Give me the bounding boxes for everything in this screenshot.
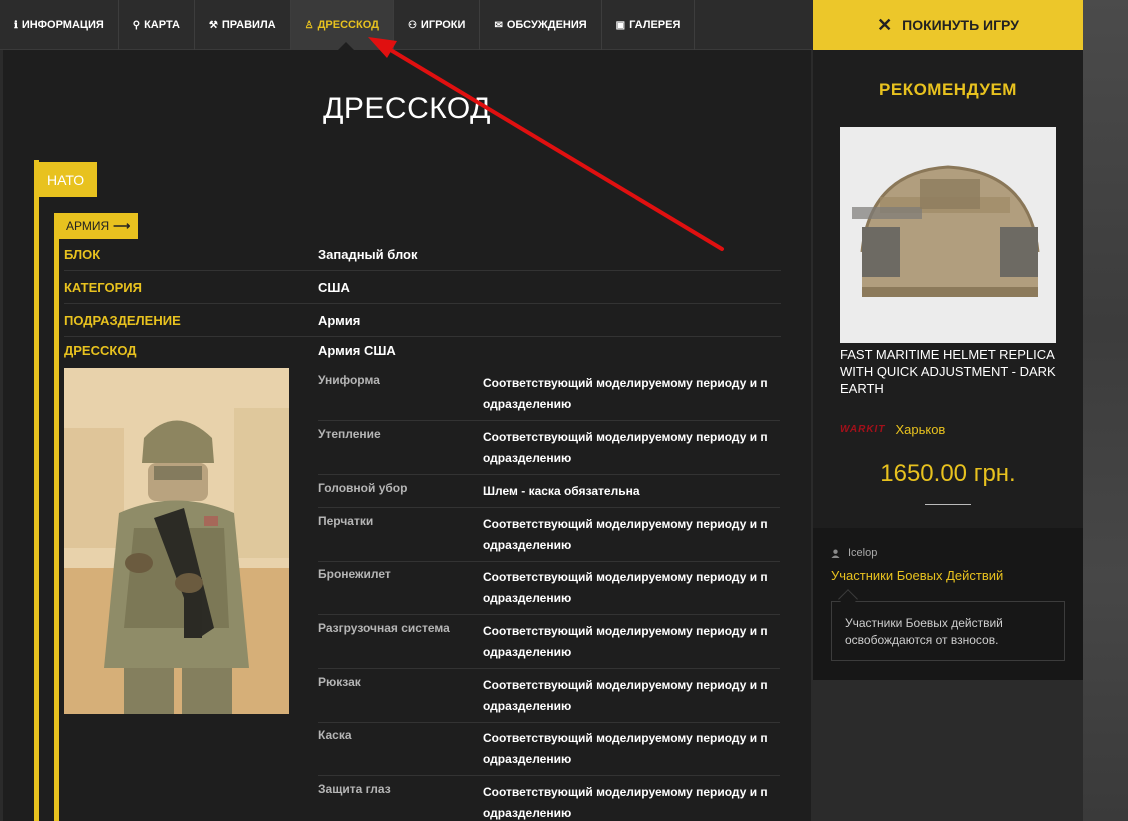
background-strip (1083, 0, 1128, 821)
gavel-icon: ⚒ (208, 19, 218, 31)
info-row-category: КАТЕГОРИЯ США (64, 271, 781, 304)
game-tabs: ℹ ИНФОРМАЦИЯ ⚲ КАРТА ⚒ ПРАВИЛА ♙ ДРЕССКО… (0, 0, 812, 50)
tab-label: ОБСУЖДЕНИЯ (506, 19, 587, 31)
active-tab-pointer (338, 42, 354, 50)
male-figure-icon: ♙ (304, 19, 314, 31)
tab-label: ДРЕССКОД (317, 19, 379, 31)
info-key: КАТЕГОРИЯ (64, 279, 142, 295)
tab-gallery[interactable]: ▣ ГАЛЕРЕЯ (602, 0, 696, 50)
equipment-requirement: Соответствующий моделируемому периоду и … (483, 624, 768, 659)
equipment-row: Разгрузочная система Соответствующий мод… (318, 621, 780, 669)
info-value: Армия США (318, 343, 396, 358)
soldier-photo (64, 368, 289, 714)
tab-players[interactable]: ⚇ ИГРОКИ (394, 0, 481, 50)
tab-map[interactable]: ⚲ КАРТА (119, 0, 195, 50)
shop-row: WARKIT Харьков (840, 422, 945, 437)
faction-tag: НАТО (34, 162, 98, 197)
equipment-requirement: Соответствующий моделируемому периоду и … (483, 517, 768, 552)
comments-icon: ✉ (494, 19, 503, 31)
info-row-dresscode: ДРЕССКОД Армия США (64, 343, 396, 358)
tab-rules[interactable]: ⚒ ПРАВИЛА (195, 0, 291, 50)
page-title: ДРЕССКОД (323, 92, 491, 125)
info-value: США (318, 279, 350, 295)
recommend-title: РЕКОМЕНДУЕМ (879, 80, 1017, 99)
branch-line (54, 213, 59, 821)
tab-label: КАРТА (144, 19, 180, 31)
comment-username: Icelop (848, 547, 878, 559)
arrow-right-icon: ⟶ (113, 219, 131, 233)
equipment-requirement: Соответствующий моделируемому периоду и … (483, 785, 768, 820)
equipment-item: Перчатки (318, 514, 374, 528)
branch-tag-label: АРМИЯ (66, 219, 110, 233)
branch-tag[interactable]: АРМИЯ ⟶ (54, 213, 139, 239)
equipment-row: Каска Соответствующий моделируемому пери… (318, 728, 780, 776)
equipment-requirement: Шлем - каска обязательна (483, 484, 640, 498)
info-key: ПОДРАЗДЕЛЕНИЕ (64, 312, 181, 328)
shop-city: Харьков (895, 422, 946, 437)
faction-line (34, 160, 39, 821)
comment-user: Icelop (831, 547, 877, 559)
equipment-requirement: Соответствующий моделируемому периоду и … (483, 678, 768, 713)
equipment-item: Бронежилет (318, 567, 391, 581)
info-value: Западный блок (318, 246, 418, 262)
product-name-link[interactable]: FAST MARITIME HELMET REPLICA WITH QUICK … (840, 346, 1060, 397)
info-row-unit: ПОДРАЗДЕЛЕНИЕ Армия (64, 304, 781, 337)
equipment-row: Перчатки Соответствующий моделируемому п… (318, 514, 780, 562)
leave-game-label: ПОКИНУТЬ ИГРУ (902, 17, 1019, 33)
equipment-requirement: Соответствующий моделируемому периоду и … (483, 570, 768, 605)
tab-discussions[interactable]: ✉ ОБСУЖДЕНИЯ (480, 0, 602, 50)
equipment-requirement: Соответствующий моделируемому периоду и … (483, 731, 768, 766)
map-marker-icon: ⚲ (132, 19, 141, 31)
shop-logo: WARKIT (840, 424, 886, 435)
tab-info[interactable]: ℹ ИНФОРМАЦИЯ (0, 0, 119, 50)
comment-topic-link[interactable]: Участники Боевых Действий (831, 568, 1003, 583)
info-icon: ℹ (14, 19, 18, 31)
close-icon: ✕ (877, 14, 893, 35)
equipment-requirement: Соответствующий моделируемому периоду и … (483, 376, 768, 411)
equipment-row: Утепление Соответствующий моделируемому … (318, 427, 780, 475)
equipment-row: Униформа Соответствующий моделируемому п… (318, 373, 780, 421)
equipment-item: Рюкзак (318, 675, 361, 689)
tab-label: ПРАВИЛА (221, 19, 276, 31)
latest-comment: Icelop Участники Боевых Действий Участни… (813, 528, 1083, 680)
info-key: ДРЕССКОД (64, 343, 137, 358)
equipment-item: Каска (318, 728, 352, 742)
equipment-item: Униформа (318, 373, 380, 387)
equipment-item: Утепление (318, 427, 381, 441)
user-icon (831, 549, 840, 558)
info-key: БЛОК (64, 246, 101, 262)
equipment-item: Защита глаз (318, 782, 391, 796)
divider (925, 504, 971, 505)
equipment-row: Защита глаз Соответствующий моделируемом… (318, 782, 780, 821)
tab-label: ГАЛЕРЕЯ (629, 19, 681, 31)
dresscode-panel: ДРЕССКОД НАТО АРМИЯ ⟶ БЛОК Западный блок… (3, 50, 811, 821)
leave-game-button[interactable]: ✕ ПОКИНУТЬ ИГРУ (813, 0, 1083, 50)
image-icon: ▣ (615, 19, 626, 31)
tab-label: ИГРОКИ (420, 19, 466, 31)
users-icon: ⚇ (407, 19, 417, 31)
info-value: Армия (318, 312, 361, 328)
product-image[interactable] (840, 127, 1056, 343)
comment-text: Участники Боевых действий освобождаются … (831, 601, 1065, 661)
tab-label: ИНФОРМАЦИЯ (21, 19, 104, 31)
info-row-block: БЛОК Западный блок (64, 238, 781, 271)
equipment-item: Разгрузочная система (318, 621, 450, 635)
equipment-row: Рюкзак Соответствующий моделируемому пер… (318, 675, 780, 723)
product-price: 1650.00 грн. (880, 460, 1016, 487)
equipment-item: Головной убор (318, 481, 408, 495)
equipment-row: Бронежилет Соответствующий моделируемому… (318, 567, 780, 615)
equipment-requirement: Соответствующий моделируемому периоду и … (483, 430, 768, 465)
equipment-row: Головной убор Шлем - каска обязательна (318, 481, 780, 508)
